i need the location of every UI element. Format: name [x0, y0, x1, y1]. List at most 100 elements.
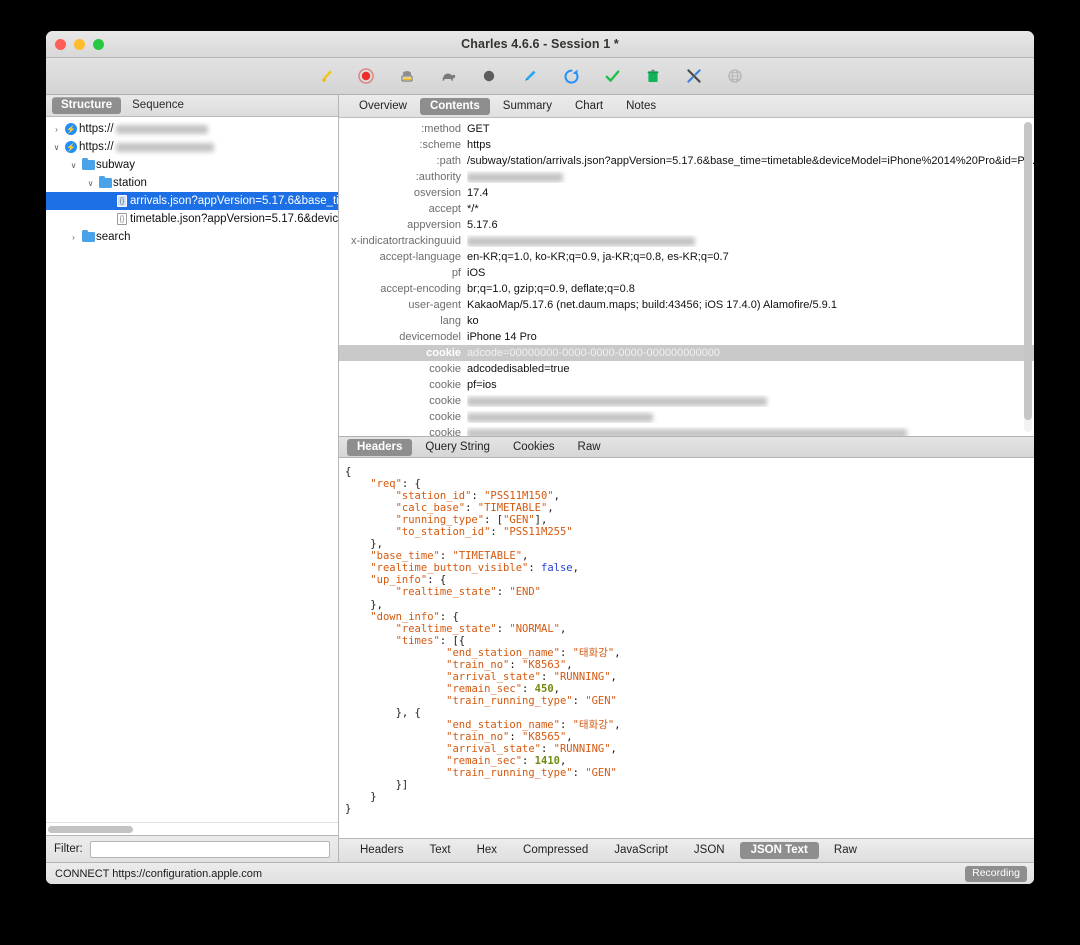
stop-dot-icon[interactable] [478, 65, 500, 87]
header-row[interactable]: cookie pf=ios [339, 377, 1034, 393]
body-tab-compressed[interactable]: Compressed [512, 842, 599, 859]
header-row[interactable]: appversion 5.17.6 [339, 217, 1034, 233]
header-key: :authority [415, 171, 461, 183]
headers-vertical-scrollbar[interactable] [1024, 122, 1032, 432]
trash-icon[interactable] [642, 65, 664, 87]
header-key: appversion [407, 219, 461, 231]
body-tab-text[interactable]: Text [418, 842, 461, 859]
tools-icon[interactable] [683, 65, 705, 87]
throttle-icon[interactable] [396, 65, 418, 87]
request-tab-headers[interactable]: Headers [347, 438, 413, 456]
header-value: br;q=1.0, gzip;q=0.9, deflate;q=0.8 [467, 283, 635, 295]
chevron-right-icon[interactable]: › [67, 233, 80, 242]
body-tab-hex[interactable]: Hex [466, 842, 508, 859]
header-key: cookie [429, 395, 461, 407]
body-tab-bar: Headers Text Hex Compressed JavaScript JSON JS… [339, 838, 1034, 862]
tab-sequence[interactable]: Sequence [123, 97, 193, 114]
header-row[interactable]: :scheme https [339, 137, 1034, 153]
header-row[interactable]: :path/subway/station/arrivals.json?appVe… [339, 153, 1034, 169]
filter-bar: Filter: [46, 835, 338, 862]
header-row[interactable]: user-agent KakaoMap/5.17.6 (net.daum.maps… [339, 297, 1034, 313]
tab-contents[interactable]: Contents [419, 97, 490, 115]
header-value: /subway/station/arrivals.json?appVersion… [467, 155, 1034, 167]
chevron-right-icon[interactable]: › [50, 125, 63, 134]
filter-label: Filter: [54, 843, 83, 855]
redacted-value [467, 429, 907, 436]
tree-item[interactable]: {} arrivals.json?appVersion=5.17.6&base_t… [46, 192, 338, 210]
header-value [467, 171, 577, 183]
tree-item-label: station [113, 177, 147, 189]
tree-item-label: search [96, 231, 131, 243]
request-tab-cookies[interactable]: Cookies [503, 439, 565, 456]
header-key: lang [440, 315, 461, 327]
tree-item-label: timetable.json?appVersion=5.17.6&deviceM… [130, 213, 338, 225]
tree-item[interactable]: {} timetable.json?appVersion=5.17.6&devic… [46, 210, 338, 228]
turtle-icon[interactable] [437, 65, 459, 87]
header-row[interactable]: :method GET [339, 121, 1034, 137]
redacted-value [467, 237, 695, 246]
detail-tab-bar: Overview Contents Summary Chart Notes [339, 95, 1034, 118]
body-tab-json-text[interactable]: JSON Text [739, 842, 819, 859]
header-row[interactable]: accept-language en-KR;q=1.0, ko-KR;q=0.9,… [339, 249, 1034, 265]
header-value [467, 411, 667, 423]
bolt-icon: ⚡ [65, 123, 77, 135]
pen-icon[interactable] [519, 65, 541, 87]
header-row[interactable]: cookie [339, 409, 1034, 425]
filter-input[interactable] [89, 840, 330, 858]
request-tree[interactable]: › ⚡ https://∨ ⚡ https://∨ subway ∨ station{} arr… [46, 117, 338, 822]
chevron-down-icon[interactable]: ∨ [84, 179, 97, 188]
chevron-down-icon[interactable]: ∨ [67, 161, 80, 170]
main-body: Structure Sequence › ⚡ https://∨ ⚡ https://∨… [46, 95, 1034, 862]
header-row[interactable]: devicemodel iPhone 14 Pro [339, 329, 1034, 345]
tree-item-label: https:// [79, 141, 114, 153]
tree-item[interactable]: › search [46, 228, 338, 246]
header-row[interactable]: lang ko [339, 313, 1034, 329]
tree-horizontal-scrollbar[interactable] [46, 822, 338, 835]
header-row[interactable]: :authority [339, 169, 1034, 185]
tree-item[interactable]: ∨ ⚡ https:// [46, 138, 338, 156]
bolt-icon: ⚡ [65, 141, 77, 153]
close-button[interactable] [55, 39, 66, 50]
redacted-hostname [115, 142, 214, 152]
body-tab-headers[interactable]: Headers [349, 842, 414, 859]
body-tab-json[interactable]: JSON [683, 842, 736, 859]
request-tab-query-string[interactable]: Query String [415, 439, 500, 456]
minimize-button[interactable] [74, 39, 85, 50]
header-row[interactable]: osversion 17.4 [339, 185, 1034, 201]
body-tab-javascript[interactable]: JavaScript [603, 842, 679, 859]
header-key: accept [428, 203, 461, 215]
header-row[interactable]: x-indicatortrackinguuid [339, 233, 1034, 249]
recording-badge[interactable]: Recording [965, 865, 1027, 882]
header-row[interactable]: cookie adcodedisabled=true [339, 361, 1034, 377]
body-tab-raw[interactable]: Raw [823, 842, 868, 859]
header-key: pf [451, 267, 461, 279]
record-icon[interactable] [355, 65, 377, 87]
checkmark-icon[interactable] [601, 65, 623, 87]
header-value: iPhone 14 Pro [467, 331, 537, 343]
broom-icon[interactable] [314, 65, 336, 87]
tree-item[interactable]: ∨ subway [46, 156, 338, 174]
reload-icon[interactable] [560, 65, 582, 87]
tab-notes[interactable]: Notes [616, 98, 666, 115]
tree-item[interactable]: › ⚡ https:// [46, 120, 338, 138]
header-key: cookie [426, 347, 461, 359]
headers-list[interactable]: :method GET:scheme https:path/subway/stati… [339, 118, 1034, 436]
chevron-down-icon[interactable]: ∨ [50, 143, 63, 152]
globe-icon[interactable] [724, 65, 746, 87]
json-text-viewer[interactable]: { "req": { "station_id": "PSS11M150", "c… [339, 458, 1034, 838]
zoom-button[interactable] [93, 39, 104, 50]
header-row[interactable]: accept */* [339, 201, 1034, 217]
header-row[interactable]: pf iOS [339, 265, 1034, 281]
sidebar: Structure Sequence › ⚡ https://∨ ⚡ https://∨… [46, 95, 339, 862]
header-key: :method [421, 123, 461, 135]
header-row[interactable]: cookie [339, 393, 1034, 409]
header-row[interactable]: accept-encoding br;q=1.0, gzip;q=0.9, def… [339, 281, 1034, 297]
tab-structure[interactable]: Structure [52, 97, 122, 114]
tab-summary[interactable]: Summary [493, 98, 562, 115]
header-row[interactable]: cookie [339, 425, 1034, 436]
header-row[interactable]: cookie adcode=00000000-0000-0000-0000-000… [339, 345, 1034, 361]
tree-item[interactable]: ∨ station [46, 174, 338, 192]
tab-overview[interactable]: Overview [349, 98, 417, 115]
request-tab-raw[interactable]: Raw [568, 439, 611, 456]
tab-chart[interactable]: Chart [565, 98, 613, 115]
